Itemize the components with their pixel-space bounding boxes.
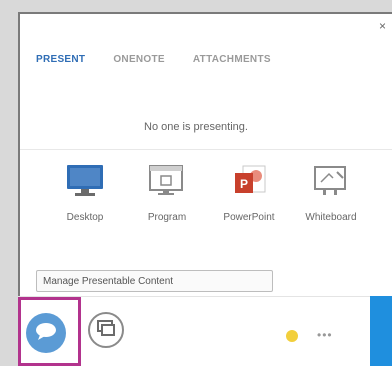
desktop-label: Desktop — [66, 212, 104, 223]
program-window-icon — [147, 164, 187, 198]
powerpoint-label: PowerPoint — [223, 212, 275, 223]
present-whiteboard-button[interactable]: Whiteboard — [290, 164, 372, 223]
present-options: Desktop Program P PowerPoint Whiteboard — [44, 164, 372, 223]
tab-attachments[interactable]: ATTACHMENTS — [193, 54, 271, 74]
tab-present[interactable]: PRESENT — [36, 54, 85, 74]
present-content-icon — [96, 319, 116, 342]
manage-content-button[interactable]: Manage Presentable Content — [36, 270, 273, 292]
tab-onenote[interactable]: ONENOTE — [113, 54, 165, 74]
present-content-button[interactable] — [88, 312, 124, 348]
svg-text:P: P — [240, 177, 248, 191]
side-blue-strip — [370, 296, 392, 366]
whiteboard-label: Whiteboard — [305, 212, 357, 223]
powerpoint-icon: P — [229, 164, 269, 198]
monitor-icon — [65, 164, 105, 198]
divider — [20, 149, 392, 150]
program-label: Program — [147, 212, 187, 223]
emoji-icon[interactable] — [286, 330, 298, 342]
tab-bar: PRESENT ONENOTE ATTACHMENTS — [36, 54, 392, 74]
chat-button[interactable] — [26, 313, 66, 353]
close-icon[interactable]: × — [379, 20, 386, 32]
more-options-button[interactable]: ••• — [317, 329, 333, 341]
present-powerpoint-button[interactable]: P PowerPoint — [208, 164, 290, 223]
present-desktop-button[interactable]: Desktop — [44, 164, 126, 223]
presenting-status: No one is presenting. — [144, 121, 248, 133]
chat-bubble-icon — [35, 322, 57, 345]
present-program-button[interactable]: Program — [126, 164, 208, 223]
whiteboard-icon — [311, 164, 351, 198]
